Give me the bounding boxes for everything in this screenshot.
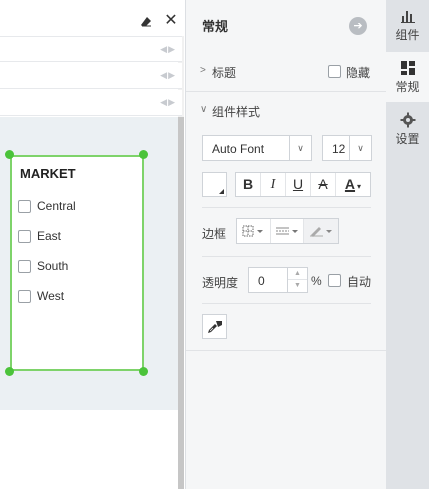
checkbox-option[interactable]: West: [18, 288, 64, 304]
editor-toolbar: ✕: [0, 10, 185, 36]
checkbox[interactable]: [18, 259, 31, 273]
hide-title-label: 隐藏: [346, 66, 371, 80]
italic-button[interactable]: I: [261, 173, 286, 196]
hide-title-checkbox[interactable]: [328, 65, 341, 78]
chevron-right-icon: >: [200, 65, 206, 76]
font-color-label: A: [344, 176, 356, 192]
divider: [186, 350, 387, 351]
checkbox-label: South: [37, 259, 69, 273]
auto-opacity-checkbox[interactable]: [328, 274, 341, 287]
divider: [202, 207, 371, 208]
checkbox-option[interactable]: Central: [18, 198, 76, 214]
border-controls: [236, 218, 339, 244]
list-row[interactable]: ◀▶: [0, 36, 182, 62]
format-painter-button[interactable]: [202, 314, 227, 339]
row-arrows-icon[interactable]: ◀▶: [160, 44, 176, 55]
tab-label: 常规: [395, 80, 420, 94]
dropdown-corner-icon: [219, 189, 224, 194]
opacity-label: 透明度: [202, 276, 239, 290]
caret-down-icon: ▾: [357, 182, 362, 191]
gear-icon: [400, 112, 415, 128]
checkbox-label: Central: [37, 199, 76, 213]
border-color-button[interactable]: [304, 219, 338, 243]
font-family-value: Auto Font: [212, 142, 265, 156]
vertical-scrollbar[interactable]: [178, 117, 184, 489]
checkbox-option[interactable]: South: [18, 258, 68, 274]
font-family-select[interactable]: Auto Font ∨: [202, 135, 312, 161]
border-label: 边框: [202, 227, 227, 241]
checkbox[interactable]: [18, 229, 31, 243]
tab-label: 设置: [395, 132, 420, 146]
checkbox[interactable]: [18, 289, 31, 303]
text-format-group: B I U A A ▾: [235, 172, 371, 197]
resize-handle-top-left[interactable]: [5, 150, 14, 159]
opacity-unit: %: [311, 274, 322, 288]
panel-title: 常规: [202, 19, 229, 34]
font-color-button[interactable]: A ▾: [336, 173, 370, 196]
style-section-label: 组件样式: [212, 105, 261, 119]
resize-handle-top-right[interactable]: [139, 150, 148, 159]
resize-handle-bottom-right[interactable]: [139, 367, 148, 376]
opacity-value: 0: [258, 274, 265, 288]
divider: [202, 256, 371, 257]
font-size-value: 12: [332, 142, 346, 156]
tab-components[interactable]: 组件: [386, 0, 429, 50]
list-row[interactable]: ◀▶: [0, 90, 182, 116]
style-section-header[interactable]: ∨ 组件样式: [186, 91, 387, 131]
underline-button[interactable]: U: [286, 173, 311, 196]
stepper-buttons: ▲ ▼: [287, 268, 307, 292]
row-arrows-icon[interactable]: ◀▶: [160, 97, 176, 108]
title-section-header[interactable]: > 标题 隐藏: [186, 52, 387, 92]
eraser-icon[interactable]: [140, 16, 152, 28]
chevron-down-icon: ∨: [200, 104, 208, 115]
title-section-label: 标题: [212, 66, 237, 80]
chevron-down-icon[interactable]: ∨: [289, 136, 311, 160]
editor-area: ✕ ◀▶ ◀▶ ◀▶ MARKET Central East South Wes…: [0, 0, 185, 489]
panel-header: 常规 ➔: [186, 0, 387, 50]
strikethrough-button[interactable]: A: [311, 173, 336, 196]
side-tabs: 组件 常规 设置: [386, 0, 429, 489]
tab-label: 组件: [395, 28, 420, 42]
checkbox-option[interactable]: East: [18, 228, 61, 244]
widget-title: MARKET: [20, 166, 76, 181]
stepper-up-icon[interactable]: ▲: [288, 268, 307, 280]
auto-opacity-label: 自动: [347, 275, 372, 289]
resize-handle-bottom-left[interactable]: [5, 367, 14, 376]
checkbox-label: West: [37, 289, 65, 303]
pencil-icon: [310, 227, 333, 237]
bar-chart-icon: [400, 11, 415, 23]
bold-button[interactable]: B: [236, 173, 261, 196]
checkbox[interactable]: [18, 199, 31, 213]
border-grid-icon: [242, 225, 264, 237]
border-line-button[interactable]: [271, 219, 305, 243]
opacity-stepper[interactable]: 0 ▲ ▼: [248, 267, 308, 293]
arrow-right-circle-icon[interactable]: ➔: [349, 17, 367, 35]
close-icon[interactable]: ✕: [164, 13, 178, 29]
background-color-picker[interactable]: [202, 172, 227, 197]
list-row[interactable]: ◀▶: [0, 63, 182, 89]
border-style-button[interactable]: [237, 219, 271, 243]
tab-general[interactable]: 常规: [386, 52, 429, 102]
brush-icon: [207, 320, 222, 333]
checkbox-label: East: [37, 229, 62, 243]
settings-panel: 常规 ➔ > 标题 隐藏 ∨ 组件样式 Auto Font ∨ 12 ∨ B I…: [185, 0, 387, 489]
chevron-down-icon[interactable]: ∨: [349, 136, 371, 160]
font-size-select[interactable]: 12 ∨: [322, 135, 372, 161]
tab-settings[interactable]: 设置: [386, 104, 429, 154]
line-style-icon: [276, 227, 298, 235]
divider: [202, 303, 371, 304]
filter-widget[interactable]: MARKET Central East South West: [10, 155, 144, 371]
stepper-down-icon[interactable]: ▼: [288, 280, 307, 292]
row-arrows-icon[interactable]: ◀▶: [160, 70, 176, 81]
layout-grid-icon: [400, 61, 415, 75]
